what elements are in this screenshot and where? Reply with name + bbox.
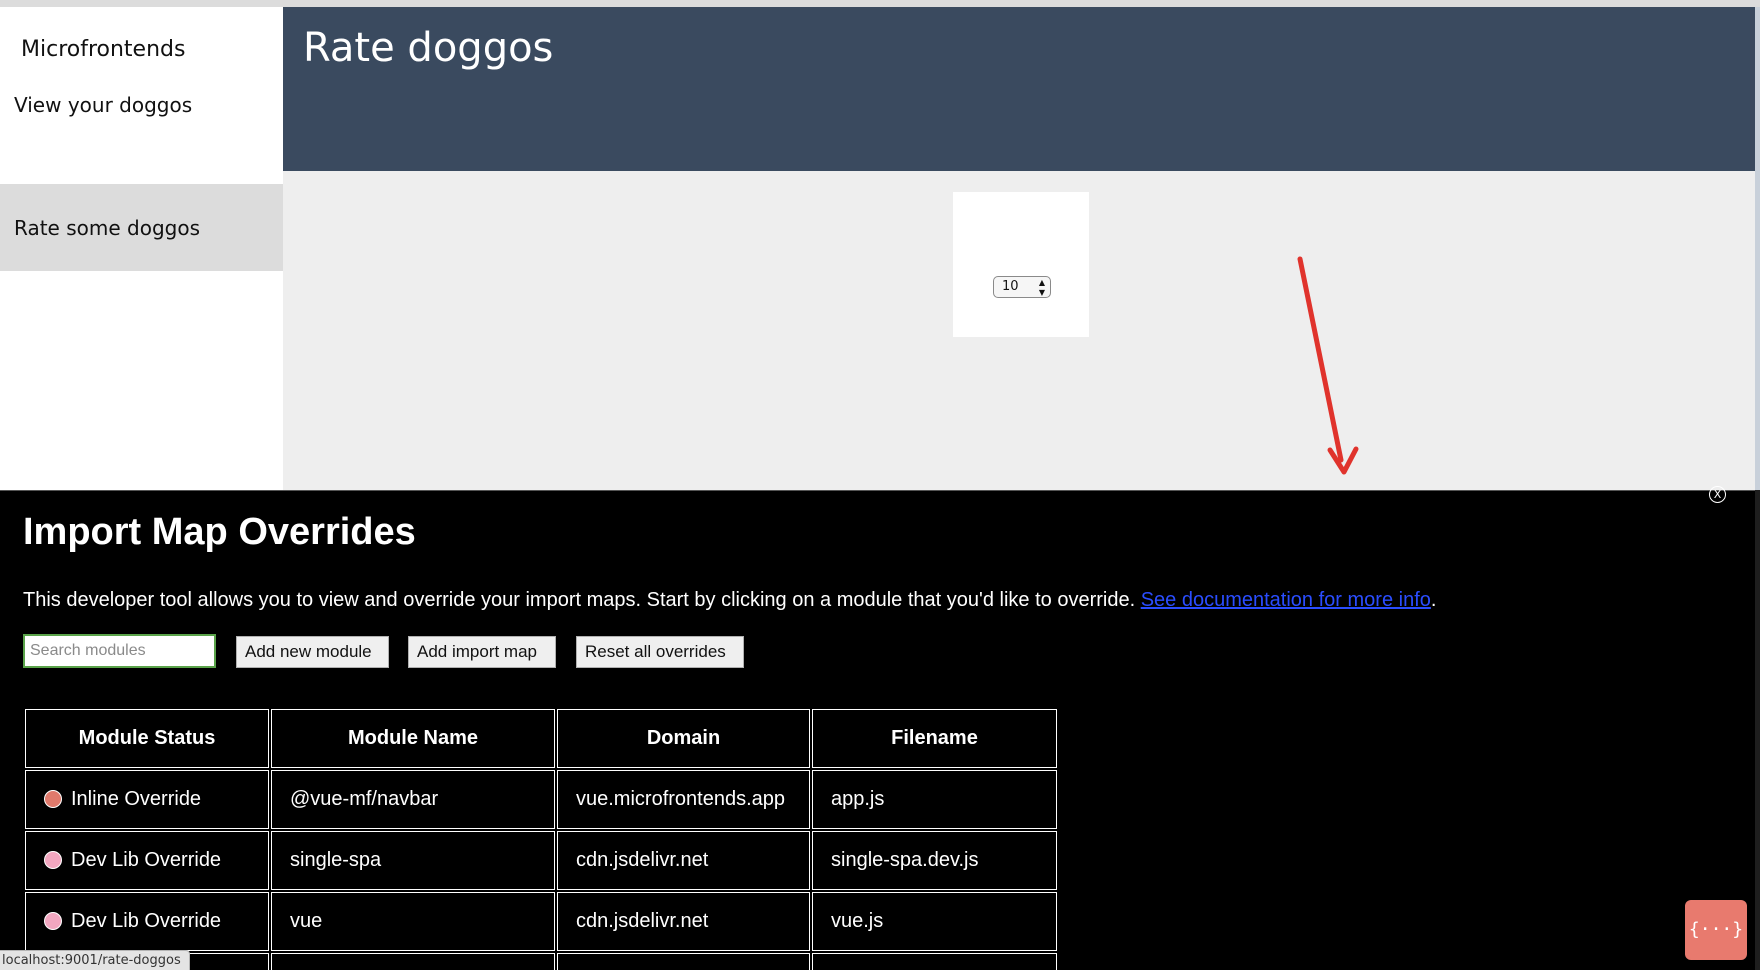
filename-cell [812, 953, 1057, 970]
import-map-overrides-panel: X Import Map Overrides This developer to… [0, 486, 1755, 970]
domain-cell [557, 953, 810, 970]
add-new-module-button[interactable]: Add new module [236, 636, 389, 668]
status-bar-url: localhost:9001/rate-doggos [0, 950, 190, 970]
domain-cell: cdn.jsdelivr.net [557, 892, 810, 951]
status-dot-icon [44, 790, 62, 808]
description-end: . [1430, 589, 1437, 611]
status-label: Dev Lib Override [71, 910, 222, 932]
sidebar: Microfrontends View your doggos Rate som… [0, 7, 283, 490]
panel-description: This developer tool allows you to view a… [23, 589, 1436, 612]
top-strip [0, 0, 1760, 7]
up-down-arrows-icon: ▲ ▼ [1038, 278, 1045, 297]
column-header-status: Module Status [25, 709, 269, 768]
rating-card: 10 ▲ ▼ [953, 192, 1089, 337]
import-map-overrides-toggle-button[interactable]: {···} [1685, 900, 1747, 960]
modules-table: Module Status Module Name Domain Filenam… [23, 707, 1059, 970]
status-dot-icon [44, 851, 62, 869]
column-header-filename: Filename [812, 709, 1057, 768]
sidebar-item-rate-doggos[interactable]: Rate some doggos [0, 184, 283, 271]
status-cell: Dev Lib Override [25, 892, 269, 951]
close-icon[interactable]: X [1709, 486, 1726, 503]
table-row[interactable]: Dev Lib Override single-spa cdn.jsdelivr… [25, 831, 1057, 890]
table-row[interactable]: Dev Lib Override vue cdn.jsdelivr.net vu… [25, 892, 1057, 951]
rating-value: 10 [1002, 279, 1019, 294]
main-content: 10 ▲ ▼ [283, 171, 1755, 490]
page-header: Rate doggos [283, 7, 1755, 171]
column-header-domain: Domain [557, 709, 810, 768]
status-dot-icon [44, 912, 62, 930]
status-label: Inline Override [71, 788, 202, 810]
column-header-name: Module Name [271, 709, 555, 768]
search-modules-input[interactable] [23, 634, 216, 668]
add-import-map-button[interactable]: Add import map [408, 636, 556, 668]
filename-cell: single-spa.dev.js [812, 831, 1057, 890]
table-header-row: Module Status Module Name Domain Filenam… [25, 709, 1057, 768]
description-text: This developer tool allows you to view a… [23, 589, 1136, 611]
status-label: Dev Lib Override [71, 849, 222, 871]
domain-cell: cdn.jsdelivr.net [557, 831, 810, 890]
filename-cell: vue.js [812, 892, 1057, 951]
module-name-cell: @vue-mf/navbar [271, 770, 555, 829]
panel-title: Import Map Overrides [23, 511, 416, 553]
page: Microfrontends View your doggos Rate som… [0, 0, 1760, 970]
reset-all-overrides-button[interactable]: Reset all overrides [576, 636, 744, 668]
module-name-cell: single-spa [271, 831, 555, 890]
module-name-cell [271, 953, 555, 970]
table-row[interactable]: Inline Override @vue-mf/navbar vue.micro… [25, 770, 1057, 829]
sidebar-brand[interactable]: Microfrontends [21, 37, 185, 62]
page-title: Rate doggos [303, 25, 554, 71]
documentation-link[interactable]: See documentation for more info [1141, 589, 1431, 611]
window-edge [1755, 7, 1760, 490]
rating-select[interactable]: 10 ▲ ▼ [993, 276, 1051, 298]
domain-cell: vue.microfrontends.app [557, 770, 810, 829]
status-cell: Inline Override [25, 770, 269, 829]
sidebar-item-view-doggos[interactable]: View your doggos [0, 61, 283, 148]
filename-cell: app.js [812, 770, 1057, 829]
status-cell: Dev Lib Override [25, 831, 269, 890]
module-name-cell: vue [271, 892, 555, 951]
window-edge-lower [1755, 490, 1760, 970]
